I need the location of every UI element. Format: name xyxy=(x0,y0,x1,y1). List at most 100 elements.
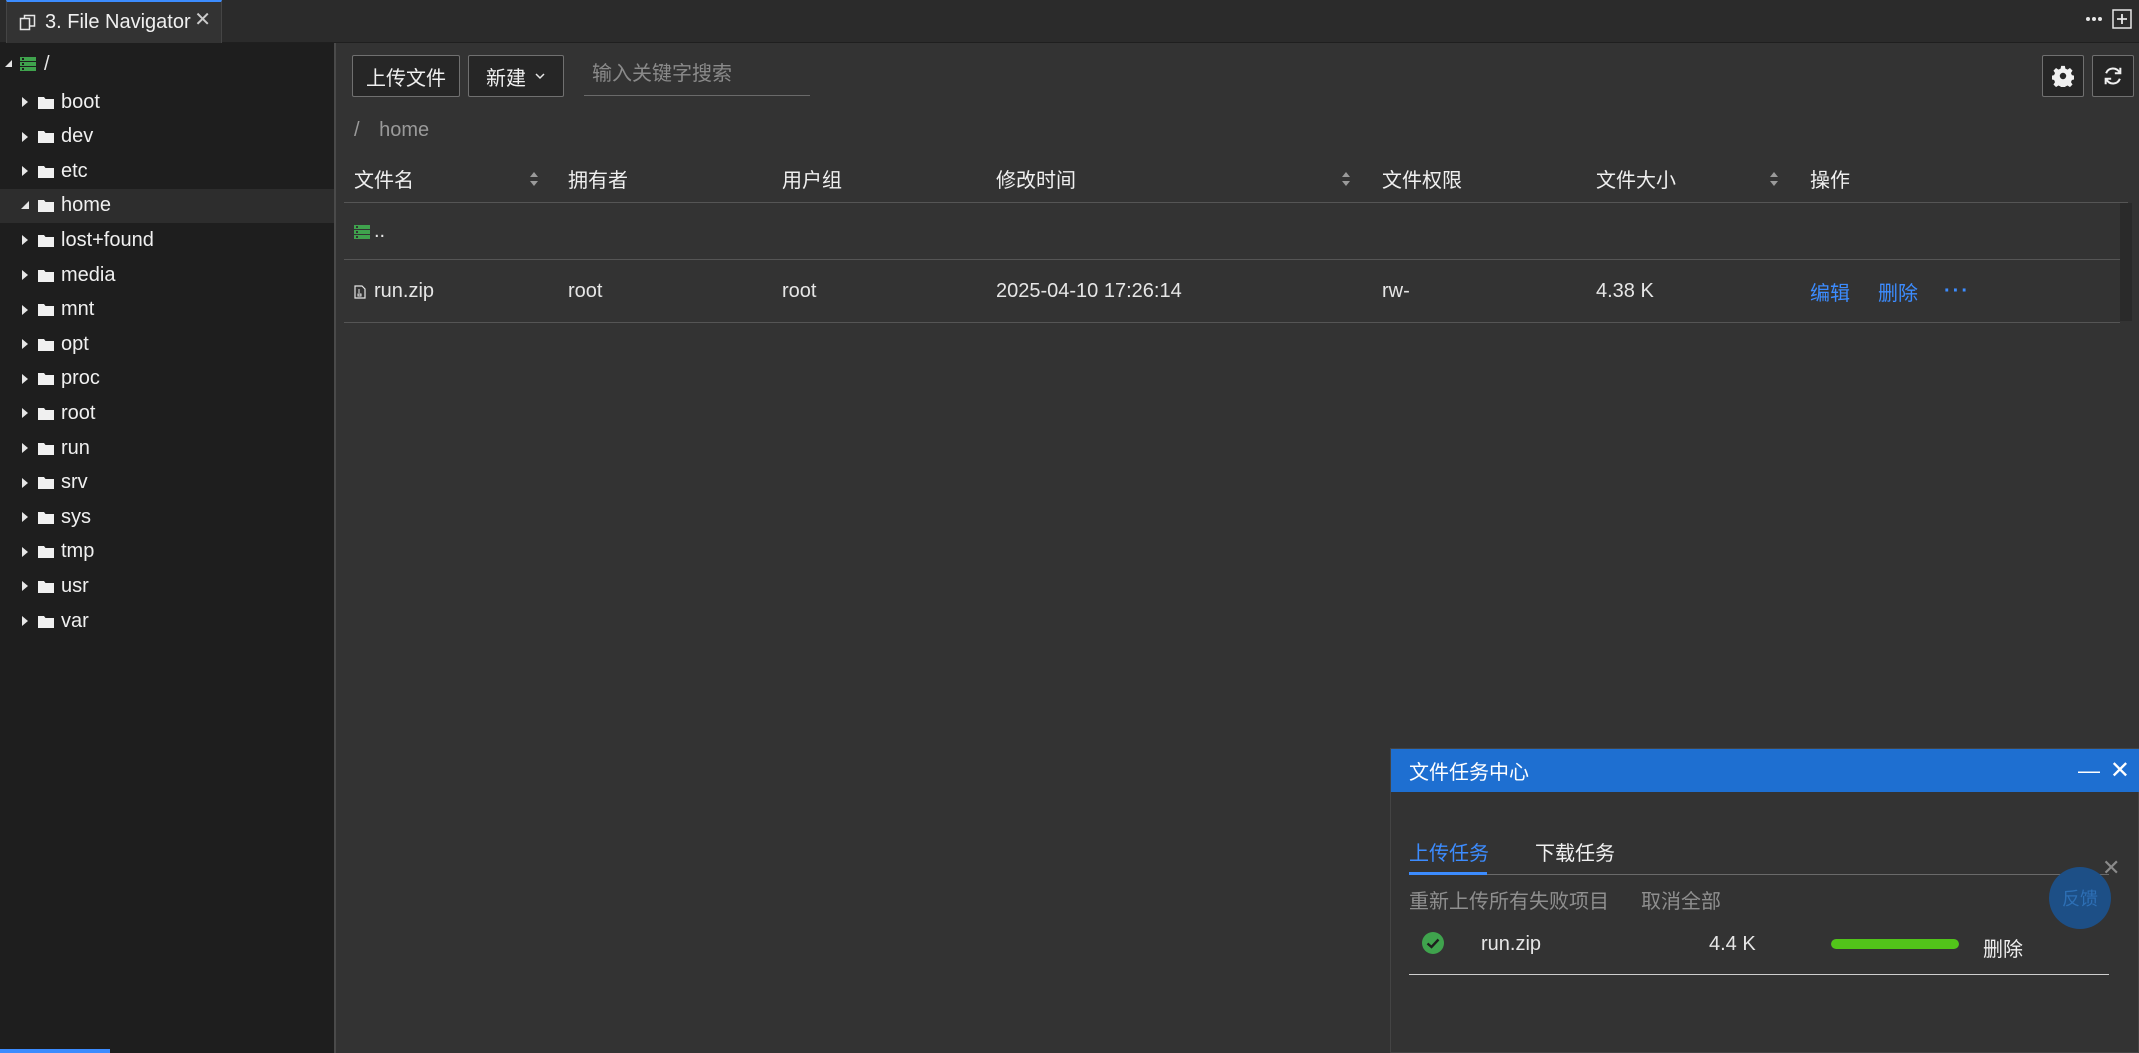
chevron-down-icon xyxy=(535,73,545,80)
caret-right-icon[interactable] xyxy=(20,338,30,350)
folder-icon xyxy=(38,442,54,455)
caret-right-icon[interactable] xyxy=(20,131,30,143)
file-tree: / boot dev etc home lost+found media mnt opt pro… xyxy=(0,43,336,1053)
task-row: run.zip 4.4 K 删除 xyxy=(1409,917,2109,975)
sidebar-item-label: media xyxy=(61,263,116,286)
task-delete-button[interactable]: 删除 xyxy=(1983,933,2023,962)
upload-file-button[interactable]: 上传文件 xyxy=(352,55,460,97)
cancel-all-button[interactable]: 取消全部 xyxy=(1641,885,1721,914)
file-mtime: 2025-04-10 17:26:14 xyxy=(996,280,1182,302)
column-header-mtime[interactable]: 修改时间 xyxy=(996,153,1076,203)
caret-right-icon[interactable] xyxy=(20,580,30,592)
caret-right-icon[interactable] xyxy=(20,546,30,558)
folder-icon xyxy=(38,511,54,524)
sidebar-item-boot[interactable]: boot xyxy=(0,85,334,119)
table-row-parent[interactable]: .. xyxy=(344,204,2120,260)
caret-right-icon[interactable] xyxy=(20,615,30,627)
column-label: 修改时间 xyxy=(996,169,1076,192)
vertical-scrollbar[interactable] xyxy=(2120,203,2132,321)
caret-right-icon[interactable] xyxy=(20,442,30,454)
sidebar-item-label: root xyxy=(61,401,96,424)
sidebar-item-home[interactable]: home xyxy=(0,188,334,223)
sidebar-item-label: boot xyxy=(61,90,100,113)
feedback-label: 反馈 xyxy=(2062,889,2098,909)
sort-icon[interactable] xyxy=(528,170,540,188)
minimize-icon[interactable]: — xyxy=(2078,758,2100,784)
search-field[interactable] xyxy=(584,54,810,96)
caret-down-icon[interactable] xyxy=(20,200,30,212)
sidebar-item-opt[interactable]: opt xyxy=(0,327,334,361)
sidebar-item-label: proc xyxy=(61,367,100,390)
more-actions-icon[interactable]: ··· xyxy=(1944,280,1970,303)
caret-right-icon[interactable] xyxy=(20,269,30,281)
sort-icon[interactable] xyxy=(1340,170,1352,188)
tab-file-navigator[interactable]: 3. File Navigator ✕ xyxy=(6,0,222,43)
task-progress-fill xyxy=(1831,939,1959,949)
add-tab-icon[interactable] xyxy=(2111,8,2133,30)
tree-root[interactable]: / xyxy=(4,51,50,77)
folder-icon xyxy=(38,96,54,109)
caret-right-icon[interactable] xyxy=(20,511,30,523)
column-header-permission: 文件权限 xyxy=(1382,153,1462,203)
sort-icon[interactable] xyxy=(1768,170,1780,188)
folder-icon xyxy=(38,407,54,420)
sidebar-item-srv[interactable]: srv xyxy=(0,466,334,500)
caret-right-icon[interactable] xyxy=(20,96,30,108)
column-header-size[interactable]: 文件大小 xyxy=(1596,153,1676,203)
sidebar-item-sys[interactable]: sys xyxy=(0,500,334,534)
tab-download-tasks[interactable]: 下载任务 xyxy=(1535,837,1615,866)
sidebar-item-proc[interactable]: proc xyxy=(0,362,334,396)
sidebar-item-run[interactable]: run xyxy=(0,431,334,465)
sidebar-item-tmp[interactable]: tmp xyxy=(0,535,334,569)
caret-right-icon[interactable] xyxy=(20,234,30,246)
column-header-group: 用户组 xyxy=(782,153,842,203)
column-header-name[interactable]: 文件名 xyxy=(354,153,414,203)
sidebar-item-label: var xyxy=(61,609,89,632)
refresh-icon xyxy=(2104,67,2122,85)
folder-icon xyxy=(38,165,54,178)
retry-failed-button[interactable]: 重新上传所有失败项目 xyxy=(1409,885,1609,914)
sidebar-item-root[interactable]: root xyxy=(0,396,334,430)
sidebar-item-media[interactable]: media xyxy=(0,258,334,292)
delete-link[interactable]: 删除 xyxy=(1878,277,1918,306)
column-label: 操作 xyxy=(1810,169,1850,192)
file-zip-icon xyxy=(354,284,366,299)
edit-link[interactable]: 编辑 xyxy=(1810,277,1850,306)
caret-right-icon[interactable] xyxy=(20,407,30,419)
table-row[interactable]: run.zip root root 2025-04-10 17:26:14 rw… xyxy=(344,261,2120,323)
search-input[interactable] xyxy=(592,63,810,86)
sidebar-item-mnt[interactable]: mnt xyxy=(0,293,334,327)
sidebar-item-var[interactable]: var xyxy=(0,604,334,638)
tab-upload-tasks[interactable]: 上传任务 xyxy=(1409,837,1489,866)
sidebar-item-usr[interactable]: usr xyxy=(0,569,334,603)
caret-right-icon[interactable] xyxy=(20,477,30,489)
file-name[interactable]: run.zip xyxy=(374,280,434,303)
settings-button[interactable] xyxy=(2042,55,2084,97)
new-dropdown-button[interactable]: 新建 xyxy=(468,55,564,97)
close-icon[interactable]: ✕ xyxy=(194,7,211,32)
caret-right-icon[interactable] xyxy=(20,304,30,316)
breadcrumb-current[interactable]: home xyxy=(379,119,429,141)
server-icon xyxy=(354,224,370,239)
more-icon[interactable] xyxy=(2083,8,2105,30)
caret-right-icon[interactable] xyxy=(20,373,30,385)
caret-down-icon[interactable] xyxy=(4,59,14,69)
folder-icon xyxy=(38,338,54,351)
caret-right-icon[interactable] xyxy=(20,165,30,177)
column-label: 文件名 xyxy=(354,169,414,192)
sidebar-item-label: srv xyxy=(61,471,88,494)
close-icon[interactable]: ✕ xyxy=(2110,756,2130,785)
sidebar-item-label: mnt xyxy=(61,298,95,321)
file-group: root xyxy=(782,280,817,302)
close-icon[interactable]: ✕ xyxy=(2102,855,2120,881)
sidebar-item-label: opt xyxy=(61,332,89,355)
refresh-button[interactable] xyxy=(2092,55,2134,97)
sidebar-item-label: sys xyxy=(61,505,91,528)
copy-icon xyxy=(19,14,36,30)
sidebar-item-lost-found[interactable]: lost+found xyxy=(0,223,334,257)
folder-icon xyxy=(38,200,54,213)
sidebar-item-etc[interactable]: etc xyxy=(0,154,334,188)
sidebar-item-dev[interactable]: dev xyxy=(0,120,334,154)
horizontal-scrollbar[interactable] xyxy=(0,1049,110,1053)
check-circle-icon xyxy=(1422,932,1444,954)
